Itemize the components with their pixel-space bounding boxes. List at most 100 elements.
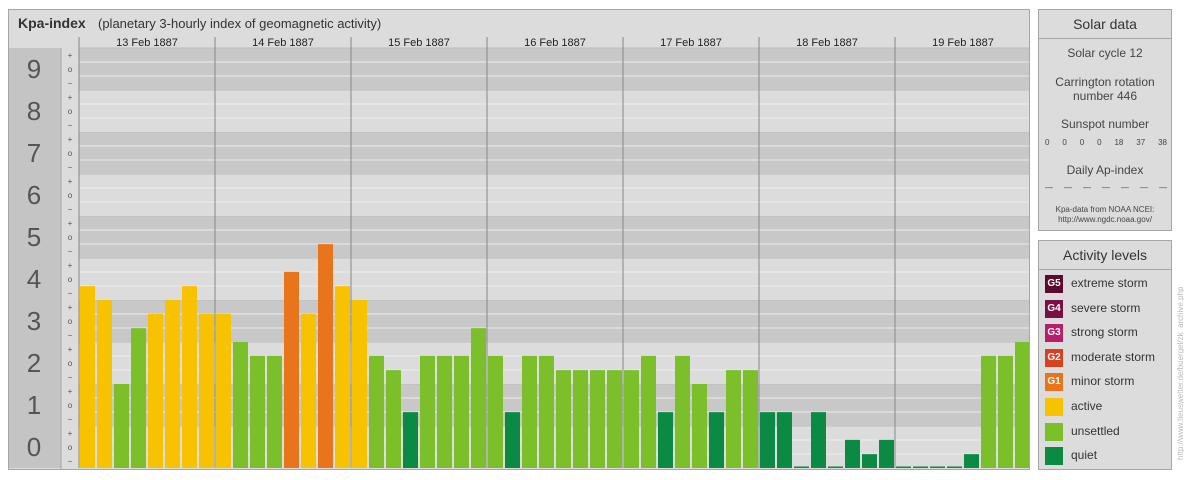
- kp-bar: [658, 412, 673, 468]
- level-label: unsettled: [1071, 423, 1120, 438]
- kp-bar: [131, 328, 146, 468]
- level-item: G1 minor storm: [1045, 373, 1169, 393]
- y-subtick-label: +: [68, 345, 73, 354]
- kp-bar: [352, 300, 367, 468]
- sunspot-value: 0: [1079, 138, 1085, 147]
- level-item: G3 strong storm: [1045, 324, 1169, 344]
- solar-data-panel: Solar data Solar cycle 12 Carrington rot…: [1038, 9, 1172, 231]
- level-label: active: [1071, 399, 1103, 413]
- ap-value: —: [1083, 183, 1091, 192]
- kp-band: [79, 90, 1029, 132]
- ap-value: —: [1102, 183, 1110, 192]
- y-subtick-label: o: [68, 149, 73, 158]
- level-swatch: [1045, 398, 1063, 416]
- y-subtick-label: o: [68, 107, 73, 116]
- kp-bar: [862, 454, 877, 468]
- kp-bar: [335, 286, 350, 468]
- y-subtick-label: o: [68, 359, 73, 368]
- ap-value: —: [1140, 183, 1148, 192]
- y-subtick-label: −: [68, 205, 73, 214]
- level-swatch: G5: [1045, 275, 1063, 293]
- kp-bar: [488, 355, 503, 468]
- kp-bar: [607, 370, 622, 468]
- time-axis-bg: [61, 468, 1029, 469]
- kp-band: [79, 258, 1029, 300]
- kp-bar: [386, 370, 401, 468]
- y-tick-label: 2: [27, 348, 41, 378]
- y-subtick-label: −: [68, 121, 73, 130]
- level-label: severe storm: [1071, 300, 1141, 315]
- kp-bar: [471, 328, 486, 468]
- level-item: G2 moderate storm: [1045, 348, 1169, 369]
- sunspot-values: 0 0 0 0 18 37 38: [1045, 138, 1167, 147]
- kp-bar: [794, 466, 809, 468]
- ap-values: — — — — — — —: [1045, 183, 1167, 192]
- level-item: quiet: [1045, 447, 1169, 467]
- level-item: active: [1045, 398, 1169, 418]
- y-subtick-label: +: [68, 387, 73, 396]
- y-subtick-label: o: [68, 401, 73, 410]
- sunspot-value: 0: [1045, 138, 1050, 147]
- day-label: 18 Feb 1887: [796, 37, 858, 49]
- kp-bar: [692, 384, 707, 468]
- sunspot-value: 0: [1062, 138, 1067, 147]
- kp-bar: [777, 412, 792, 468]
- ap-value: —: [1064, 183, 1072, 192]
- kp-bar: [216, 313, 231, 468]
- level-swatch: [1045, 447, 1063, 466]
- kp-bar: [828, 466, 843, 468]
- level-item: G4 severe storm: [1045, 299, 1169, 320]
- y-tick-label: 7: [27, 138, 41, 168]
- kp-bar: [318, 244, 333, 468]
- level-swatch: G2: [1045, 348, 1063, 367]
- kp-bar: [165, 300, 180, 468]
- kp-bar: [726, 370, 741, 468]
- y-tick-label: 5: [27, 222, 41, 252]
- y-subtick-label: −: [68, 163, 73, 172]
- kp-band: [79, 132, 1029, 174]
- kp-bar: [743, 370, 758, 468]
- chart-title: Kpa-index: [18, 15, 86, 31]
- level-swatch: G4: [1045, 299, 1063, 318]
- carrington-line1: Carrington rotation: [1055, 75, 1155, 89]
- kp-bar: [624, 370, 639, 468]
- y-subtick-label: +: [68, 135, 73, 144]
- kp-bar: [233, 342, 248, 468]
- y-subtick-label: −: [68, 331, 73, 340]
- y-subtick-label: +: [68, 51, 73, 60]
- level-label: strong storm: [1071, 325, 1138, 340]
- kp-bar: [403, 412, 418, 468]
- y-subtick-label: −: [68, 415, 73, 424]
- y-subtick-label: −: [68, 457, 73, 466]
- y-subtick-label: o: [68, 317, 73, 326]
- sunspot-label: Sunspot number: [1060, 117, 1150, 131]
- kp-band: [79, 174, 1029, 216]
- day-label: 19 Feb 1887: [932, 37, 994, 49]
- day-label: 14 Feb 1887: [252, 37, 314, 49]
- y-subtick-label: −: [68, 247, 73, 256]
- kp-bar: [199, 313, 214, 468]
- level-label: minor storm: [1071, 374, 1135, 389]
- kp-bar: [420, 355, 435, 468]
- kp-bar: [556, 370, 571, 468]
- sunspot-value: 38: [1158, 138, 1167, 147]
- y-subtick-label: o: [68, 65, 73, 74]
- kp-bar: [964, 454, 979, 468]
- day-label: 13 Feb 1887: [116, 37, 178, 49]
- sunspot-value: 0: [1097, 138, 1102, 147]
- kp-bar: [590, 370, 605, 468]
- carrington-line2: number 446: [1072, 89, 1138, 103]
- y-tick-label: 8: [27, 96, 41, 126]
- y-subtick-label: −: [68, 373, 73, 382]
- kp-bar: [182, 286, 197, 468]
- kp-bar: [845, 439, 860, 468]
- level-label: extreme storm: [1071, 276, 1148, 290]
- day-label: 15 Feb 1887: [388, 37, 450, 49]
- kp-bar: [760, 412, 775, 468]
- kp-bar: [369, 355, 384, 468]
- kpa-chart-panel: Kpa-index (planetary 3-hourly index of g…: [8, 9, 1030, 470]
- level-item: G5 extreme storm: [1045, 275, 1169, 295]
- y-subtick-label: −: [68, 289, 73, 298]
- kp-bar: [148, 313, 163, 468]
- kp-bar: [1015, 342, 1029, 468]
